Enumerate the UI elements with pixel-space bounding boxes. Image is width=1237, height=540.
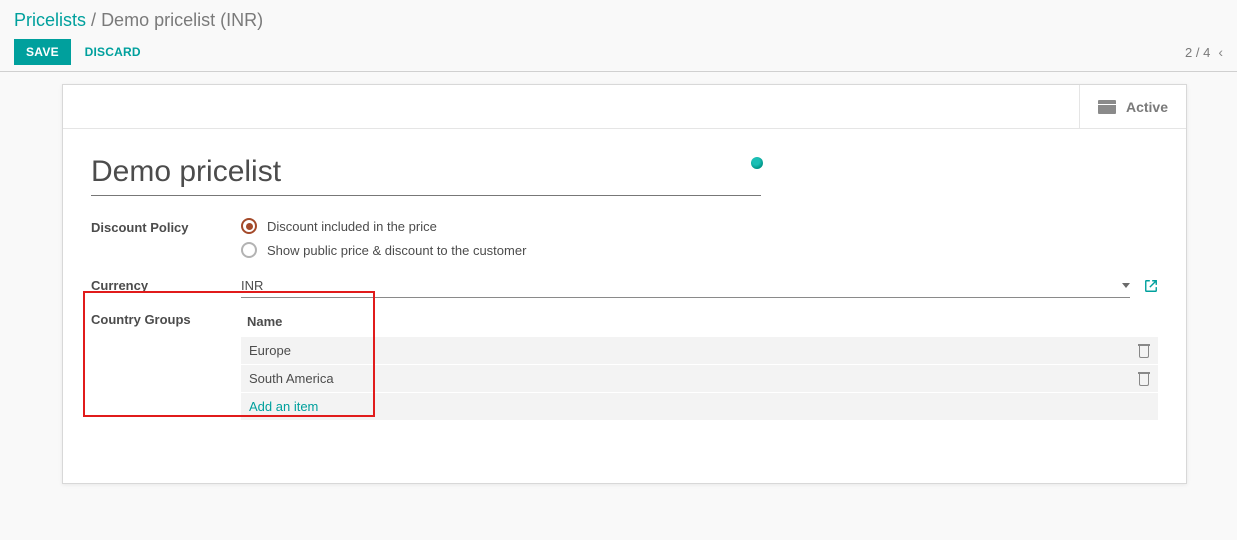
status-bar: Active (63, 85, 1186, 129)
discount-option-included-label: Discount included in the price (267, 219, 437, 234)
radio-icon (241, 218, 257, 234)
discount-policy-label: Discount Policy (91, 218, 241, 235)
country-group-row[interactable]: South America (241, 365, 1158, 393)
discount-option-show-public-label: Show public price & discount to the cust… (267, 243, 526, 258)
globe-icon[interactable] (751, 157, 763, 169)
pager-counter: 2 / 4 (1185, 45, 1210, 60)
discount-option-included[interactable]: Discount included in the price (241, 218, 1158, 234)
pricelist-name-input[interactable] (91, 153, 761, 196)
breadcrumb: Pricelists / Demo pricelist (INR) (14, 8, 1223, 39)
discount-option-show-public[interactable]: Show public price & discount to the cust… (241, 242, 1158, 258)
delete-row-icon[interactable] (1138, 372, 1150, 386)
save-button[interactable]: SAVE (14, 39, 71, 65)
currency-label: Currency (91, 276, 241, 293)
add-item-row[interactable]: Add an item (241, 393, 1158, 421)
chevron-down-icon[interactable] (1122, 283, 1130, 288)
add-item-link[interactable]: Add an item (249, 399, 318, 414)
country-groups-label: Country Groups (91, 308, 241, 327)
archive-icon (1098, 100, 1116, 114)
form-sheet: Active Discount Policy Discount included… (62, 84, 1187, 484)
active-toggle-button[interactable]: Active (1079, 85, 1186, 128)
country-groups-header-name: Name (241, 308, 1158, 337)
breadcrumb-current: Demo pricelist (INR) (101, 10, 263, 30)
active-label: Active (1126, 99, 1168, 115)
country-group-name: Europe (249, 343, 1138, 358)
pager-prev-icon[interactable]: ‹ (1218, 44, 1223, 60)
breadcrumb-separator: / (91, 10, 96, 30)
discard-button[interactable]: DISCARD (85, 45, 141, 59)
country-group-name: South America (249, 371, 1138, 386)
currency-select-input[interactable] (241, 278, 1114, 293)
country-group-row[interactable]: Europe (241, 337, 1158, 365)
breadcrumb-root-link[interactable]: Pricelists (14, 10, 86, 30)
radio-icon (241, 242, 257, 258)
delete-row-icon[interactable] (1138, 344, 1150, 358)
external-link-icon[interactable] (1144, 279, 1158, 296)
